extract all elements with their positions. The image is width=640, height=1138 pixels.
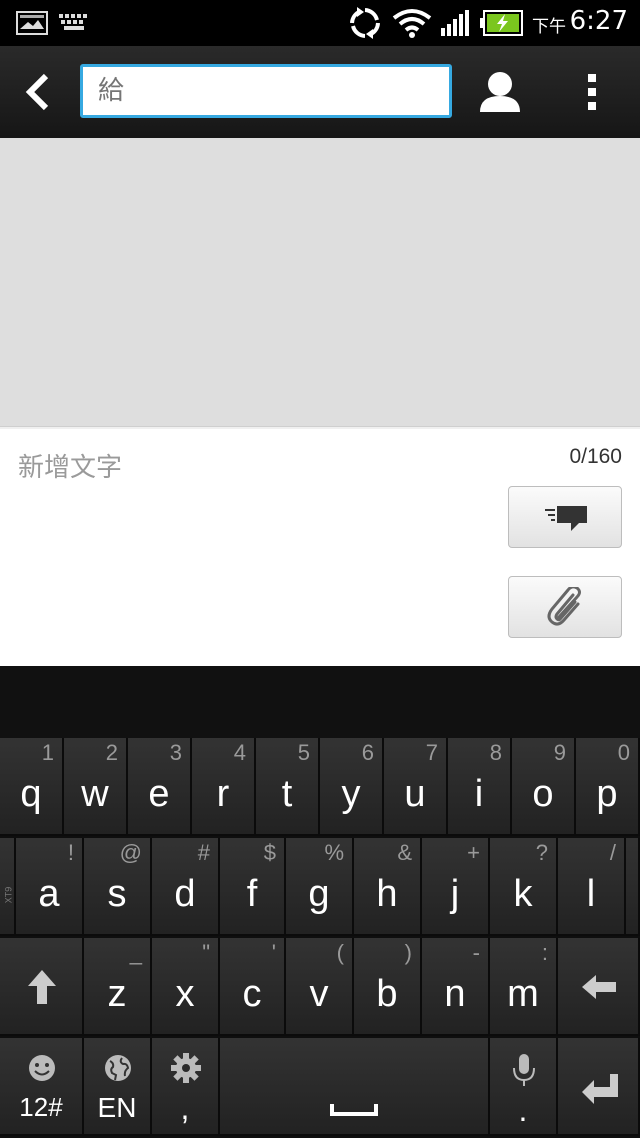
language-label: EN [97,1092,137,1123]
comma-key[interactable]: , [152,1038,220,1136]
key-d[interactable]: # d [152,838,220,936]
key-b[interactable]: ) b [354,938,422,1036]
symbols-label: 12# [19,1092,63,1122]
key-u[interactable]: 7u [384,738,448,836]
microphone-icon [513,1054,535,1086]
sync-icon [350,7,380,39]
wifi-icon [392,9,432,38]
settings-gear-icon [171,1053,201,1083]
message-text-field[interactable]: 新增文字 [18,447,122,484]
shift-key[interactable] [0,938,84,1036]
gallery-icon [16,11,48,35]
space-bar-icon [330,1104,378,1116]
comma-label: , [180,1090,190,1126]
key-a[interactable]: ! a [16,838,84,936]
language-key[interactable]: EN [84,1038,152,1136]
recipient-input[interactable] [80,64,452,118]
xt9-label: XT9 [3,886,14,904]
key-y[interactable]: 6y [320,738,384,836]
back-button[interactable] [16,68,64,116]
period-key[interactable]: . [490,1038,558,1136]
enter-key[interactable] [558,1038,640,1136]
status-bar: 下午 6:27 [0,0,640,46]
shift-arrow-icon [28,970,56,1004]
message-thread-area [0,138,640,426]
back-arrow-icon [25,73,49,111]
space-key[interactable] [220,1038,490,1136]
key-x[interactable]: " x [152,938,220,1036]
symbols-key[interactable]: 12# [0,1038,84,1136]
key-w[interactable]: 2w [64,738,128,836]
key-z[interactable]: _ z [84,938,152,1036]
key-t[interactable]: 5t [256,738,320,836]
status-time: 6:27 [569,6,628,36]
person-icon [480,72,520,112]
overflow-menu-button[interactable] [572,68,612,116]
key-e[interactable]: 3e [128,738,192,836]
paperclip-icon [547,587,581,626]
key-c[interactable]: ' c [220,938,286,1036]
key-l[interactable]: / l [558,838,626,936]
key-j[interactable]: + j [422,838,490,936]
key-i[interactable]: 8i [448,738,512,836]
key-r[interactable]: 4r [192,738,256,836]
compose-area: 新增文字 0/160 [0,429,640,666]
key-k[interactable]: ? k [490,838,558,936]
signal-icon [441,10,469,36]
send-button[interactable] [508,486,622,548]
enter-return-icon [582,1074,618,1104]
key-filler [626,838,640,936]
backspace-arrow-icon [582,975,616,999]
xt9-key[interactable]: XT9 [0,838,16,936]
key-m[interactable]: :m [490,938,558,1036]
period-label: . [518,1092,528,1128]
key-v[interactable]: (v [286,938,354,1036]
globe-icon [105,1055,131,1081]
smiley-icon [29,1055,55,1081]
send-message-icon [545,506,587,531]
attach-button[interactable] [508,576,622,638]
backspace-key[interactable] [558,938,640,1036]
keyboard-icon [59,14,87,30]
action-bar [0,46,640,138]
contact-picker-button[interactable] [470,60,530,124]
key-n[interactable]: -n [422,938,490,1036]
status-ampm: 下午 [532,17,566,37]
character-counter: 0/160 [569,445,622,468]
keyboard: 1q 2w 3e 4r 5t 6y 7u 8i 9o 0p XT9 ! a @ s … [0,738,640,1138]
key-f[interactable]: $ f [220,838,286,936]
key-q[interactable]: 1q [0,738,64,836]
key-g[interactable]: % g [286,838,354,936]
key-s[interactable]: @ s [84,838,152,936]
keyboard-top-bar [0,666,640,738]
battery-charging-icon [480,10,523,36]
key-h[interactable]: & h [354,838,422,936]
key-p[interactable]: 0p [576,738,640,836]
key-o[interactable]: 9o [512,738,576,836]
